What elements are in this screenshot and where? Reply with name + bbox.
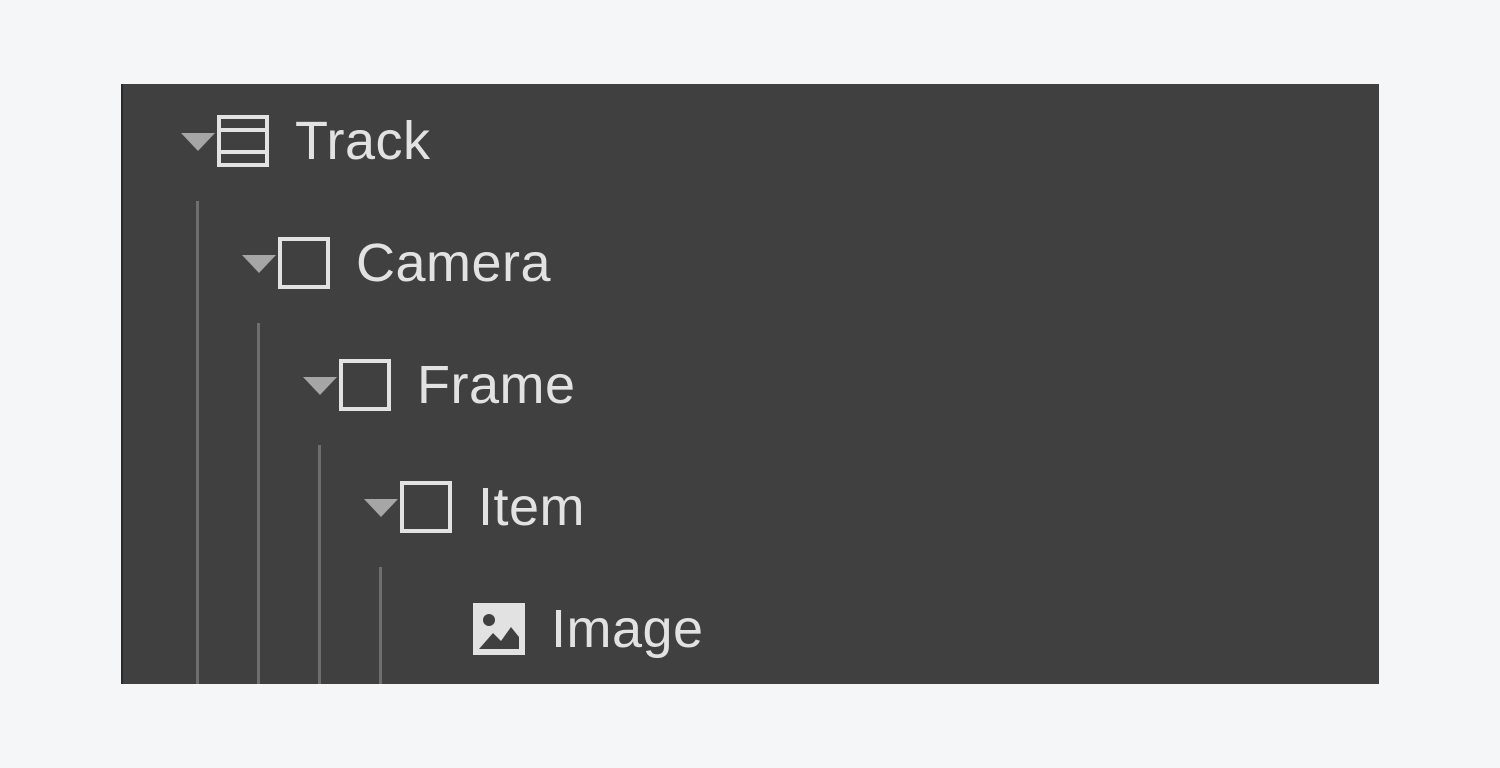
tree-item-image[interactable]: Image bbox=[473, 594, 704, 664]
caret-down-icon[interactable] bbox=[181, 106, 217, 176]
tree-guide-line bbox=[257, 323, 260, 684]
tree-guide-line bbox=[196, 201, 199, 684]
slider-track-icon bbox=[217, 115, 269, 167]
box-icon bbox=[339, 359, 391, 411]
tree-guide-line bbox=[318, 445, 321, 684]
tree-item-label: Item bbox=[478, 477, 586, 537]
box-icon bbox=[278, 237, 330, 289]
tree-item-label: Camera bbox=[356, 233, 552, 293]
caret-down-icon[interactable] bbox=[364, 472, 400, 542]
tree-item-camera[interactable]: Camera bbox=[242, 228, 551, 298]
caret-down-icon[interactable] bbox=[242, 228, 278, 298]
tree-item-track[interactable]: Track bbox=[181, 106, 431, 176]
tree-item-label: Frame bbox=[417, 355, 576, 415]
tree-item-frame[interactable]: Frame bbox=[303, 350, 576, 420]
image-icon bbox=[473, 603, 525, 655]
box-icon bbox=[400, 481, 452, 533]
tree-item-item[interactable]: Item bbox=[364, 472, 585, 542]
tree-item-label: Track bbox=[295, 111, 431, 171]
tree-guide-line bbox=[379, 567, 382, 684]
tree-item-label: Image bbox=[551, 599, 704, 659]
navigator-panel: Track Camera Frame Item Image bbox=[121, 84, 1379, 684]
caret-down-icon[interactable] bbox=[303, 350, 339, 420]
